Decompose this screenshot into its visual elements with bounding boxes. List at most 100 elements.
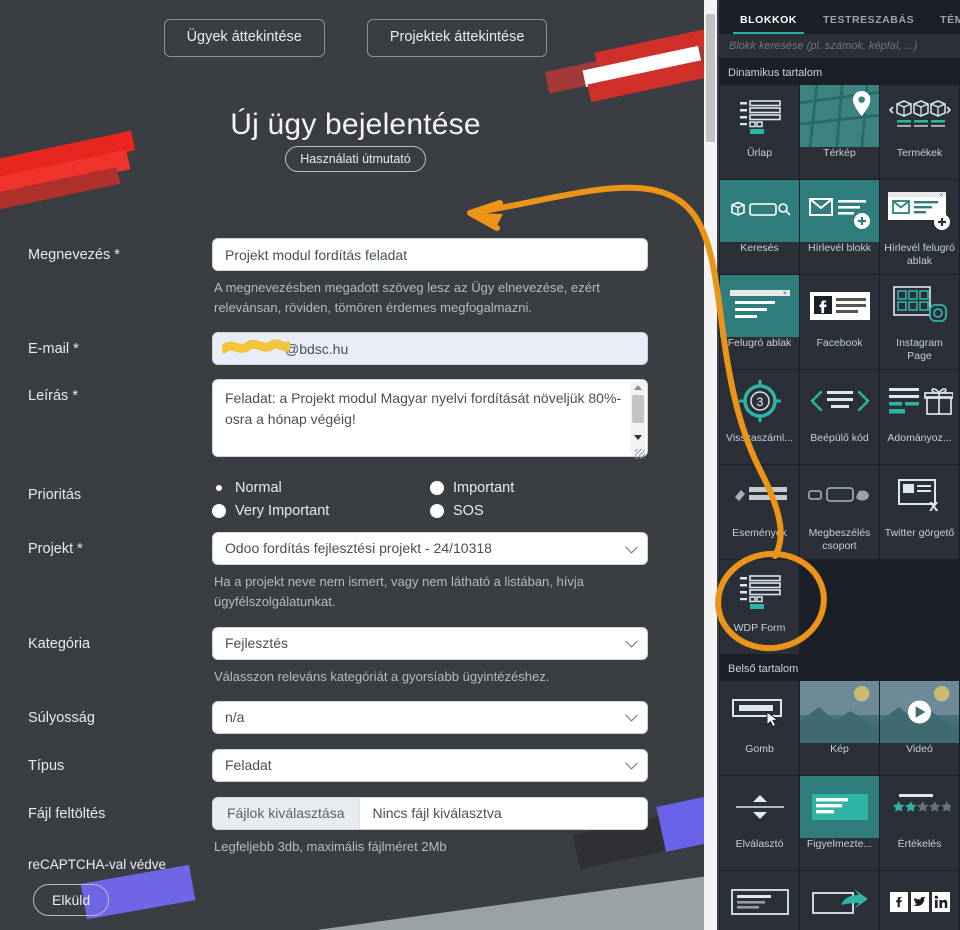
radio-very-important[interactable]: Very Important (212, 503, 430, 519)
panel-tabs: BLOKKOK TESTRESZABÁS TÉMA (719, 0, 960, 34)
block-tile-newsletter-popup[interactable]: × Hírlevél felugró ablak (880, 180, 959, 274)
block-tile-alert[interactable]: Figyelmezte... (800, 776, 879, 870)
field-row-severity: Súlyosság n/a (0, 700, 711, 734)
radio-important[interactable]: Important (430, 480, 648, 496)
alert-icon (800, 776, 879, 838)
block-tile-label: Facebook (816, 337, 863, 349)
chevron-down-icon (625, 709, 638, 722)
search-bar-icon (720, 180, 799, 242)
name-input[interactable] (212, 238, 648, 271)
type-select-value: Feladat (225, 756, 272, 773)
block-tile-twitter-scroller[interactable]: x Twitter görgető (880, 465, 959, 559)
tab-tema[interactable]: TÉMA (927, 14, 960, 34)
donation-gift-icon (880, 370, 959, 432)
scroll-up-arrow-icon[interactable] (634, 385, 642, 391)
image-icon (800, 681, 879, 743)
page-title: Új ügy bejelentése (230, 108, 481, 141)
radio-normal[interactable]: Normal (212, 480, 430, 496)
email-redaction-scribble (222, 339, 290, 354)
priority-radio-group: Normal Important Very Important SOS (212, 478, 648, 526)
block-tile-card[interactable]: Kártya (720, 871, 799, 930)
block-tile-socials[interactable]: Közösségi (880, 871, 959, 930)
file-upload-control[interactable]: Fájlok kiválasztása Nincs fájl kiválaszt… (212, 796, 648, 830)
hint-name: A megnevezésben megadott szöveg lesz az … (214, 280, 600, 316)
field-row-file: Fájl feltöltés Fájlok kiválasztása Nincs… (0, 796, 711, 857)
block-tile-form[interactable]: WDP Form (720, 560, 799, 654)
label-category: Kategória (28, 635, 91, 652)
tab-blokkok[interactable]: BLOKKOK (727, 14, 810, 34)
block-tile-popup-window[interactable]: × Felugró ablak (720, 275, 799, 369)
instagram-icon (880, 275, 959, 337)
severity-select[interactable]: n/a (212, 700, 648, 734)
rating-stars-icon (880, 776, 959, 838)
type-select[interactable]: Feladat (212, 748, 648, 782)
block-tile-donation-gift[interactable]: Adományoz... (880, 370, 959, 464)
scroll-down-arrow-icon[interactable] (634, 435, 642, 441)
chevron-down-icon (625, 540, 638, 554)
block-tile-countdown[interactable]: 3 Visszaszáml... (720, 370, 799, 464)
textarea-resize-grip[interactable] (635, 449, 645, 460)
block-tile-form[interactable]: Űrlap (720, 85, 799, 179)
block-tile-button[interactable]: Gomb (720, 681, 799, 775)
block-tile-newsletter[interactable]: Hírlevél blokk (800, 180, 879, 274)
block-tile-video-play[interactable]: Videó (880, 681, 959, 775)
website-preview: Ügyek áttekintése Projektek áttekintése … (0, 0, 711, 930)
newsletter-icon (800, 180, 879, 242)
block-tile-label: Beépülő kód (810, 432, 869, 444)
description-textarea[interactable]: Feladat: a Projekt modul Magyar nyelvi f… (212, 379, 648, 458)
decor-red-band-left-3 (0, 167, 121, 214)
new-case-form: Megnevezés * A megnevezésben megadott sz… (0, 238, 711, 857)
textarea-scrollbar[interactable] (631, 382, 645, 455)
block-search-input[interactable] (719, 34, 960, 58)
recaptcha-notice: reCAPTCHA-val védve (28, 857, 167, 872)
label-priority: Prioritás (28, 487, 82, 504)
svg-text:3: 3 (756, 395, 763, 409)
block-tile-label: Megbeszélés csoport (808, 527, 871, 553)
overview-cases-button[interactable]: Ügyek áttekintése (163, 19, 325, 57)
tab-testreszabas[interactable]: TESTRESZABÁS (810, 14, 927, 34)
preview-scrollbar-thumb[interactable] (706, 14, 715, 142)
block-tile-instagram[interactable]: Instagram Page (880, 275, 959, 369)
project-select[interactable]: Odoo fordítás fejlesztési projekt - 24/1… (212, 532, 648, 566)
block-tile-products[interactable]: Termékek (880, 85, 959, 179)
products-icon (880, 85, 959, 147)
block-tile-label: Twitter görgető (884, 527, 955, 539)
discussion-group-icon (800, 465, 879, 527)
radio-dot (430, 481, 444, 496)
section-title: Dinamikus tartalom (719, 58, 960, 85)
block-tile-label: WDP Form (733, 622, 786, 634)
hint-project: Ha a projekt neve nem ismert, vagy nem l… (214, 574, 584, 610)
label-file-upload: Fájl feltöltés (28, 805, 106, 822)
block-tile-image[interactable]: Kép (800, 681, 879, 775)
block-tile-search-bar[interactable]: Keresés (720, 180, 799, 274)
guide-button-wrap: Használati útmutató (0, 146, 711, 172)
block-tile-label: Instagram Page (896, 337, 943, 363)
overview-projects-button[interactable]: Projektek áttekintése (366, 19, 548, 57)
submit-button[interactable]: Elküld (33, 884, 110, 916)
block-tile-separator[interactable]: Elválasztó (720, 776, 799, 870)
block-tile-share[interactable]: Megosztás (800, 871, 879, 930)
usage-guide-button[interactable]: Használati útmutató (285, 146, 426, 172)
top-nav-buttons: Ügyek áttekintése Projektek áttekintése (0, 19, 711, 57)
block-tile-embed-code[interactable]: Beépülő kód (800, 370, 879, 464)
screenshot-root: Ügyek áttekintése Projektek áttekintése … (0, 0, 960, 930)
label-name: Megnevezés * (28, 247, 120, 263)
radio-sos[interactable]: SOS (430, 503, 648, 519)
block-tile-label: Videó (906, 743, 933, 755)
radio-label: Normal (235, 480, 282, 497)
block-tile-map-pin[interactable]: Térkép (800, 85, 879, 179)
severity-select-value: n/a (225, 708, 245, 725)
map-pin-icon (800, 85, 879, 147)
block-tile-discussion-group[interactable]: Megbeszélés csoport (800, 465, 879, 559)
block-tile-rating-stars[interactable]: Értékelés (880, 776, 959, 870)
choose-files-button[interactable]: Fájlok kiválasztása (213, 797, 360, 829)
block-tile-events[interactable]: Események (720, 465, 799, 559)
form-icon (720, 560, 799, 622)
block-tile-label: Űrlap (746, 147, 773, 159)
field-row-project: Projekt * Odoo fordítás fejlesztési proj… (0, 532, 711, 612)
scrollbar-thumb[interactable] (632, 395, 644, 424)
label-description: Leírás * (28, 388, 78, 405)
block-tile-facebook[interactable]: Facebook (800, 275, 879, 369)
category-select[interactable]: Fejlesztés (212, 626, 648, 660)
field-row-name: Megnevezés * A megnevezésben megadott sz… (0, 238, 711, 318)
